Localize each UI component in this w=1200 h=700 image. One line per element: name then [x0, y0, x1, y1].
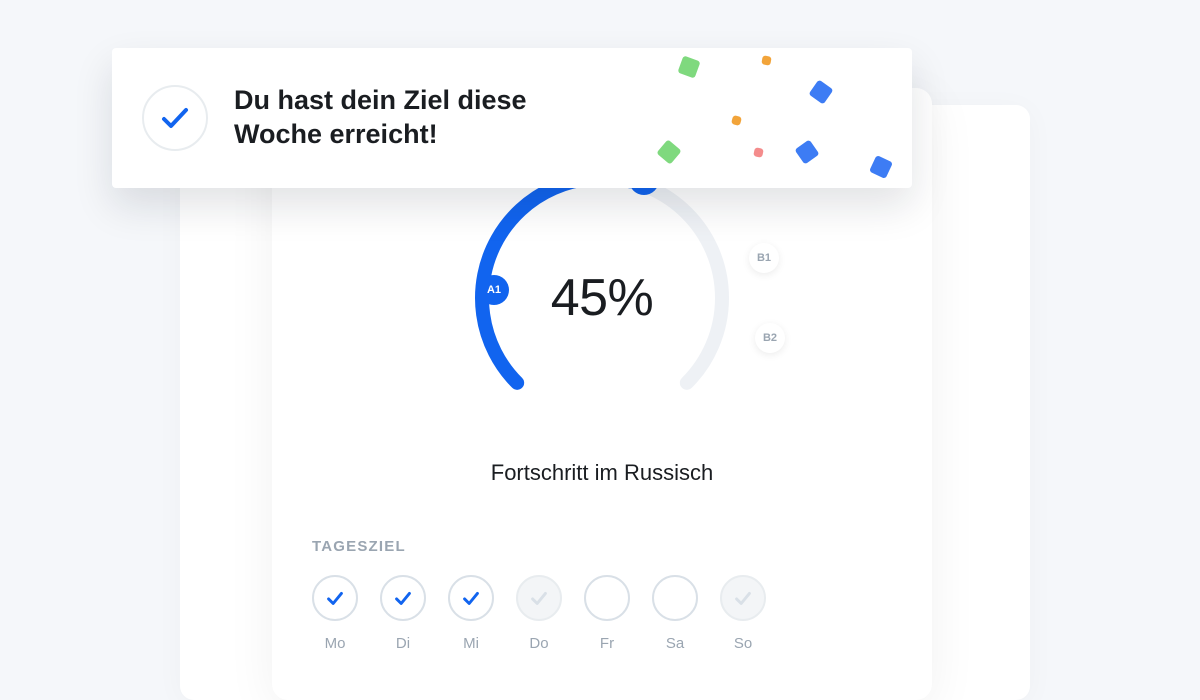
day-item[interactable]: Fr	[584, 575, 630, 652]
day-item[interactable]: Mo	[312, 575, 358, 652]
day-item[interactable]: Do	[516, 575, 562, 652]
check-icon	[324, 587, 346, 609]
day-label: Sa	[666, 635, 684, 652]
banner-message: Du hast dein Ziel diese Woche erreicht!	[234, 84, 614, 152]
day-circle	[380, 575, 426, 621]
level-badge-b2: B2	[755, 323, 785, 353]
progress-label: Fortschritt im Russisch	[312, 460, 892, 486]
day-circle	[312, 575, 358, 621]
day-label: So	[734, 635, 752, 652]
confetti-icon	[612, 48, 912, 188]
day-item[interactable]: Di	[380, 575, 426, 652]
day-circle	[516, 575, 562, 621]
daily-goal-title: TAGESZIEL	[312, 538, 892, 555]
day-label: Mi	[463, 635, 479, 652]
day-circle	[584, 575, 630, 621]
check-icon	[528, 587, 550, 609]
day-item[interactable]: Sa	[652, 575, 698, 652]
level-badge-a1: A1	[479, 275, 509, 305]
day-label: Mo	[325, 635, 346, 652]
day-circle	[720, 575, 766, 621]
day-circle	[448, 575, 494, 621]
daily-goal-section: TAGESZIEL Mo Di Mi Do Fr Sa So	[312, 538, 892, 652]
day-label: Di	[396, 635, 410, 652]
check-icon	[732, 587, 754, 609]
day-circle	[652, 575, 698, 621]
day-item[interactable]: Mi	[448, 575, 494, 652]
check-circle-icon	[142, 85, 208, 151]
progress-percent: 45%	[312, 268, 892, 328]
days-row: Mo Di Mi Do Fr Sa So	[312, 575, 892, 652]
level-badge-b1: B1	[749, 243, 779, 273]
goal-achieved-banner: Du hast dein Ziel diese Woche erreicht!	[112, 48, 912, 188]
day-item[interactable]: So	[720, 575, 766, 652]
check-icon	[460, 587, 482, 609]
day-label: Do	[529, 635, 548, 652]
check-icon	[392, 587, 414, 609]
day-label: Fr	[600, 635, 614, 652]
